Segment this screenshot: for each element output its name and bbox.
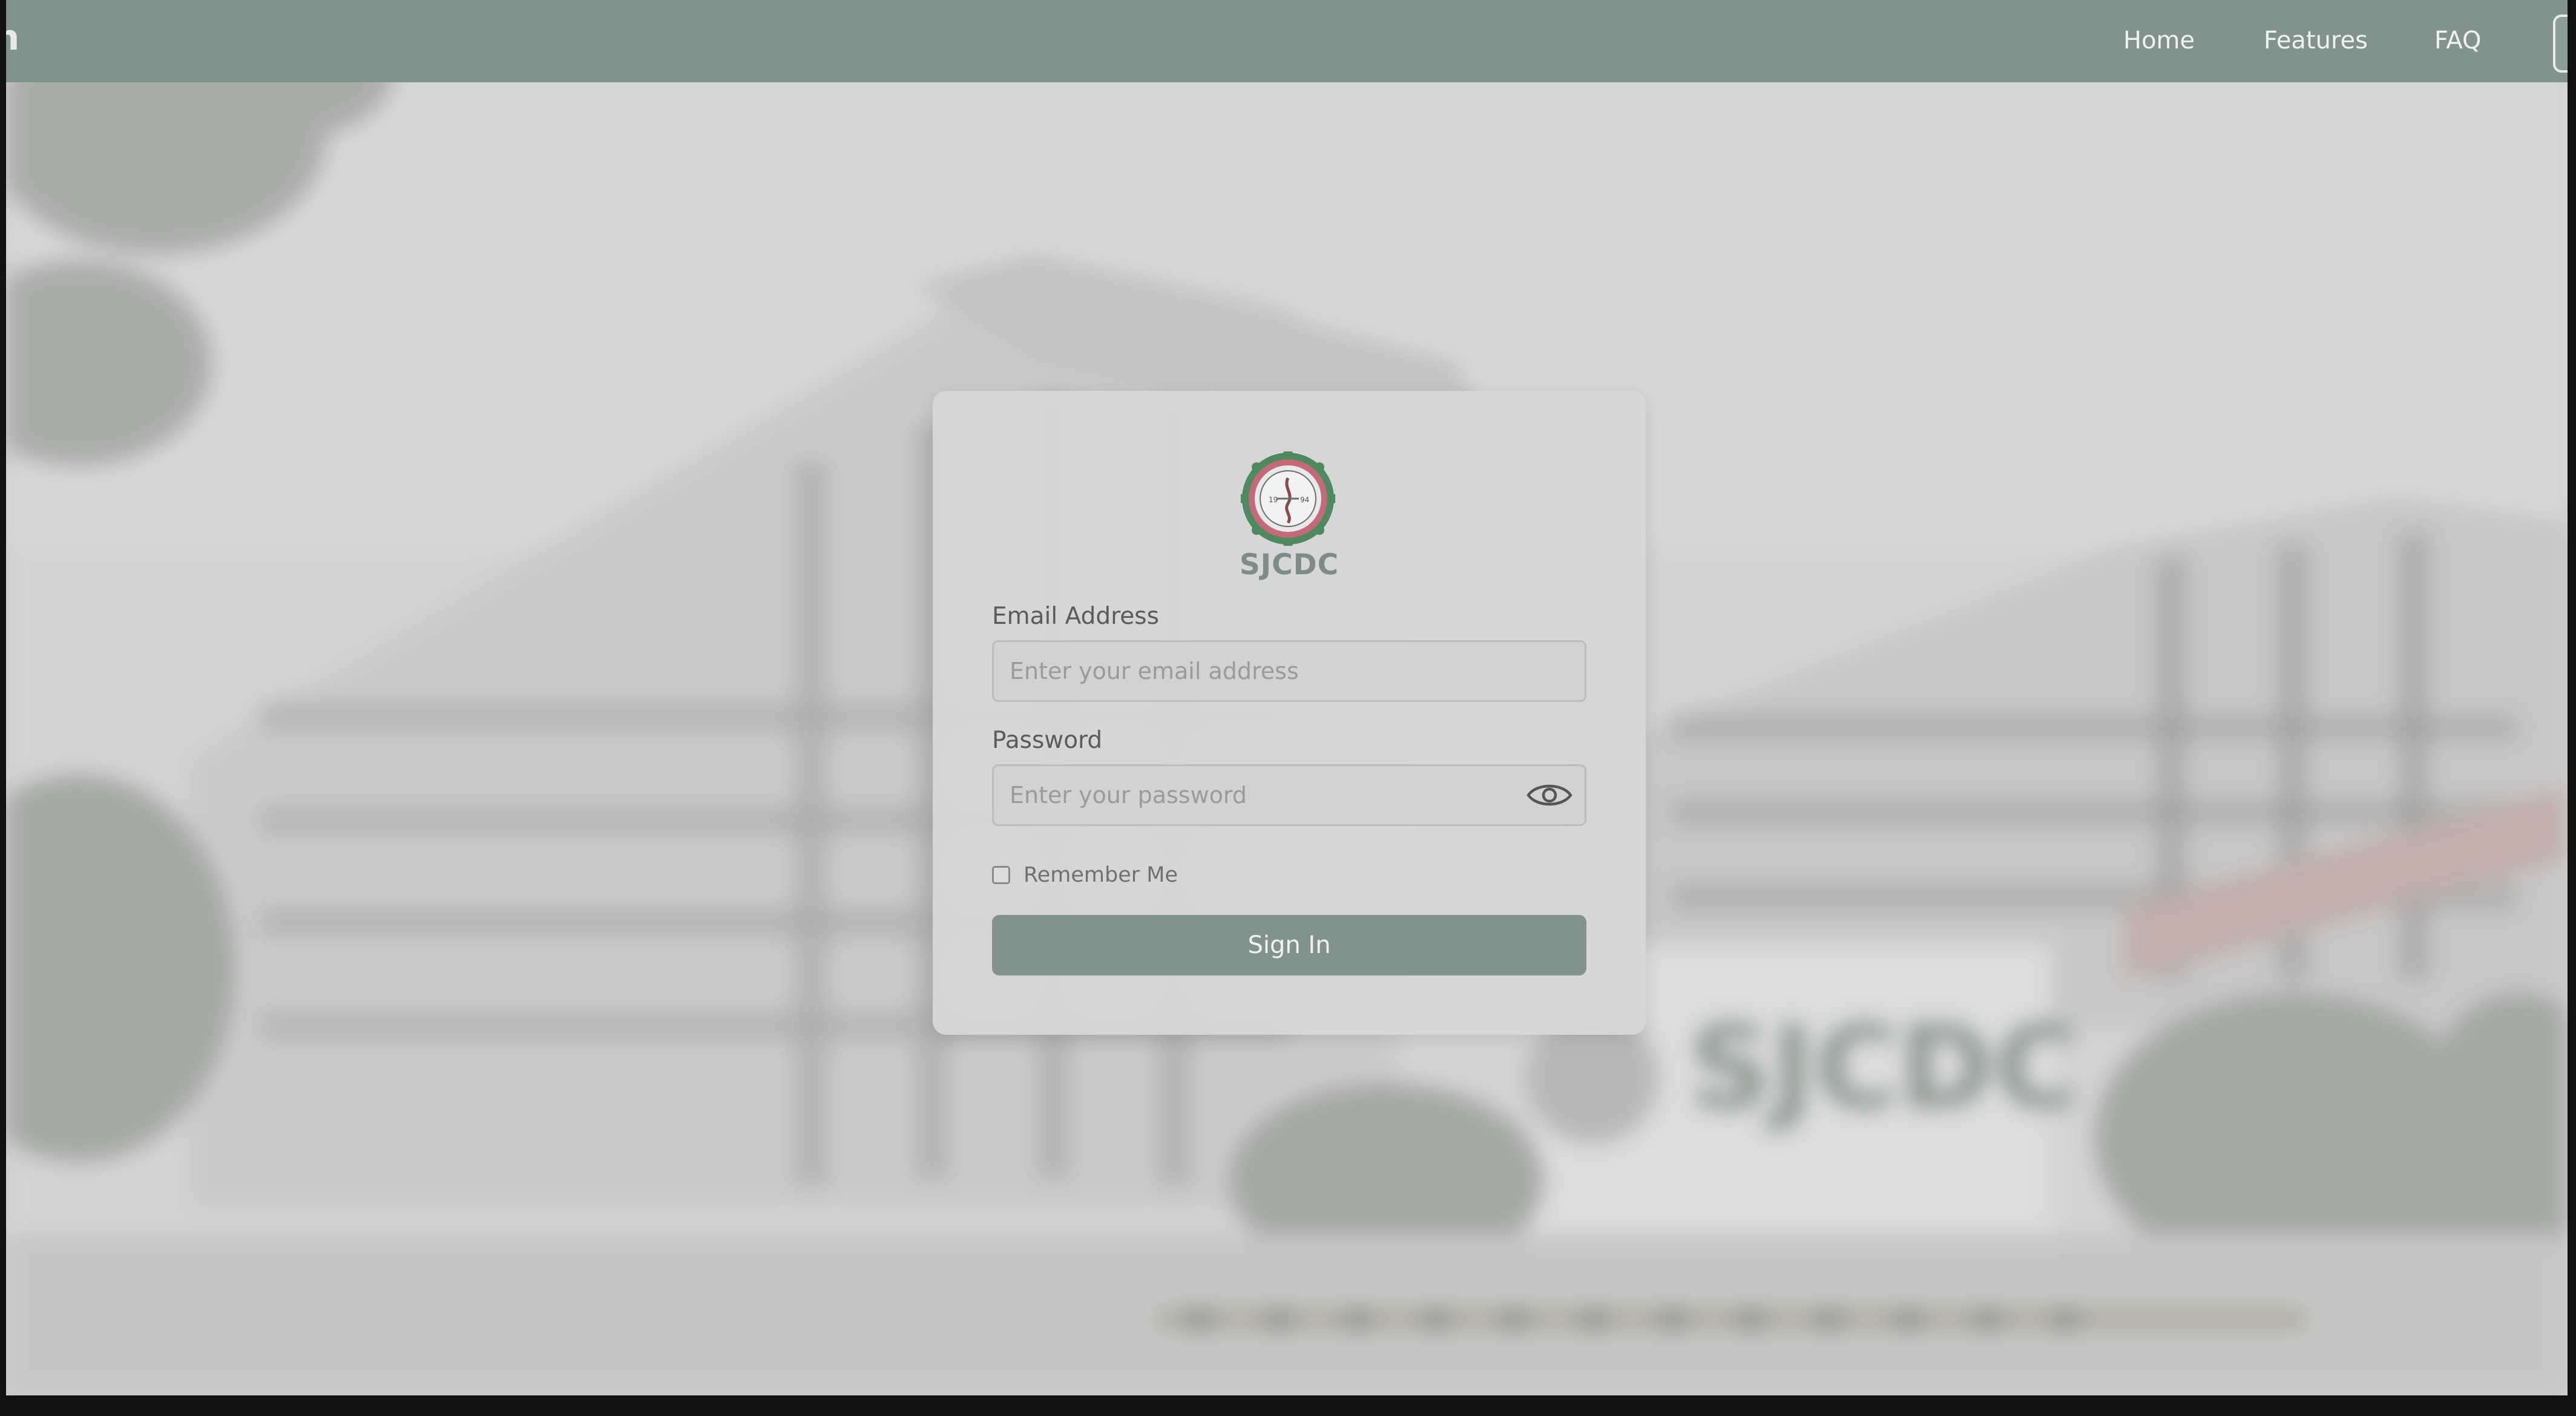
screen-frame: SJCDC n Home Features FAQ 19 94 SJCDC Em…: [0, 0, 2576, 1416]
svg-text:94: 94: [1300, 496, 1309, 504]
nav-link-features[interactable]: Features: [2264, 27, 2368, 54]
nav-link-faq[interactable]: FAQ: [2434, 27, 2481, 54]
sign-in-button[interactable]: Sign In: [992, 915, 1586, 975]
nav-link-home[interactable]: Home: [2123, 27, 2195, 54]
remember-me-checkbox[interactable]: [992, 866, 1010, 884]
email-input[interactable]: [992, 640, 1586, 702]
browser-viewport: SJCDC n Home Features FAQ 19 94 SJCDC Em…: [6, 0, 2568, 1395]
password-label: Password: [992, 727, 1103, 754]
svg-text:19: 19: [1269, 496, 1278, 504]
organization-name: SJCDC: [1239, 548, 1339, 582]
eye-icon[interactable]: [1526, 779, 1573, 811]
nav-action-button[interactable]: [2553, 15, 2568, 73]
sjcdc-seal-logo: 19 94: [1238, 449, 1338, 548]
email-label: Email Address: [992, 603, 1159, 630]
remember-me-label[interactable]: Remember Me: [1024, 863, 1178, 887]
brand-name[interactable]: on: [6, 17, 20, 58]
top-navbar: on Home Features FAQ: [6, 0, 2568, 82]
remember-me-row: Remember Me: [992, 862, 1178, 888]
password-input[interactable]: [992, 764, 1586, 826]
login-card: 19 94 SJCDC Email Address Password Remem…: [933, 391, 1646, 1035]
